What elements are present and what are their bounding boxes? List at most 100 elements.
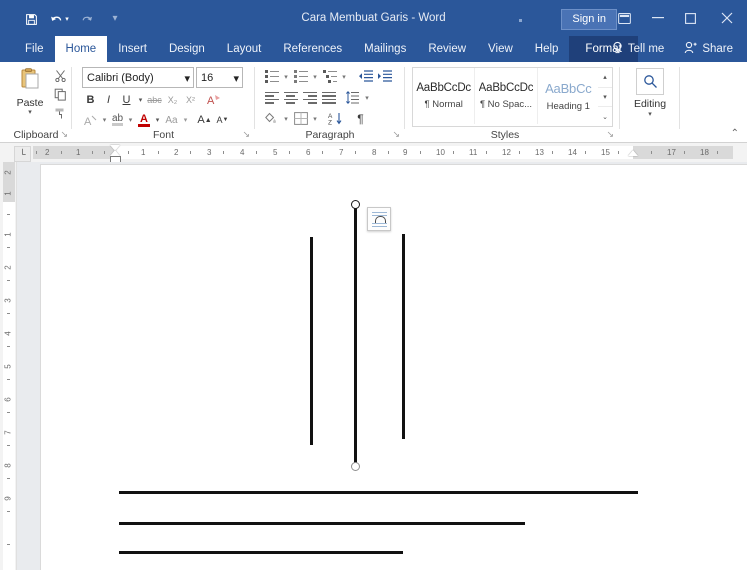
layout-options-button[interactable]	[367, 207, 391, 231]
styles-scroll-up-icon[interactable]: ▴	[598, 68, 612, 88]
superscript-button[interactable]: X²	[182, 91, 199, 109]
style-item-heading-1[interactable]: AaBbCс Heading 1	[538, 68, 599, 124]
chevron-down-icon[interactable]: ▾	[180, 72, 190, 85]
share-button[interactable]: Share	[676, 36, 741, 62]
group-clipboard: Paste ▾ Clipboard ↘	[0, 62, 72, 142]
tab-references[interactable]: References	[272, 36, 353, 62]
text-effects-icon[interactable]: A	[206, 91, 223, 109]
horizontal-line-2[interactable]	[119, 522, 525, 525]
dropdown-caret[interactable]: ▾	[181, 111, 190, 129]
collapse-ribbon-icon[interactable]: ⌃	[731, 128, 739, 139]
sort-button[interactable]: AZ	[327, 110, 344, 127]
horizontal-line-3[interactable]	[119, 551, 403, 554]
paste-dropdown-caret[interactable]: ▾	[10, 109, 50, 116]
underline-dropdown-caret[interactable]: ▾	[136, 91, 145, 109]
right-indent-marker[interactable]	[628, 150, 638, 156]
dropdown-caret[interactable]: ▾	[153, 111, 162, 129]
shape-resize-handle-bottom[interactable]	[351, 462, 360, 471]
shrink-font-button[interactable]: A ▼	[214, 111, 231, 129]
styles-scroll-down-icon[interactable]: ▾	[598, 88, 612, 108]
subscript-button[interactable]: X₂	[164, 91, 181, 109]
tab-help[interactable]: Help	[524, 36, 570, 62]
tab-home[interactable]: Home	[54, 36, 108, 62]
tab-review[interactable]: Review	[417, 36, 477, 62]
vertical-line-right[interactable]	[402, 234, 405, 439]
close-icon[interactable]	[707, 0, 747, 36]
paste-button[interactable]: Paste ▾	[10, 67, 50, 116]
font-color-icon[interactable]: A	[136, 111, 152, 129]
tab-file[interactable]: File	[14, 36, 55, 62]
styles-more-icon[interactable]: ⌄	[598, 107, 612, 126]
format-painter-icon[interactable]	[52, 106, 68, 121]
align-center-button[interactable]	[282, 89, 299, 106]
italic-button[interactable]: I	[100, 91, 117, 109]
tab-insert[interactable]: Insert	[107, 36, 158, 62]
tab-layout[interactable]: Layout	[216, 36, 273, 62]
dropdown-caret[interactable]: ▾	[311, 110, 319, 127]
dropdown-caret[interactable]: ▾	[340, 68, 348, 85]
grow-font-button[interactable]: A ▲	[196, 111, 213, 129]
text-highlight-color-icon[interactable]: ab	[110, 111, 125, 129]
align-right-button[interactable]	[301, 89, 318, 106]
shape-rotation-handle-top[interactable]	[351, 200, 360, 209]
tell-me-button[interactable]: Tell me	[604, 36, 672, 62]
tab-view[interactable]: View	[477, 36, 524, 62]
group-styles-label: Styles	[490, 129, 520, 141]
clear-all-formatting-icon[interactable]: A	[82, 111, 99, 129]
document-canvas[interactable]	[17, 162, 747, 570]
copy-icon[interactable]	[52, 87, 68, 102]
dropdown-caret[interactable]: ▾	[311, 68, 319, 85]
line-and-paragraph-spacing-button[interactable]	[344, 89, 361, 106]
decrease-indent-button[interactable]	[357, 68, 374, 85]
tab-design[interactable]: Design	[158, 36, 216, 62]
style-preview: AaBbCс	[545, 80, 592, 96]
clipboard-dialog-launcher[interactable]: ↘	[60, 129, 68, 140]
vertical-line-selected[interactable]	[354, 204, 357, 466]
dropdown-caret[interactable]: ▾	[126, 111, 135, 129]
dropdown-caret[interactable]: ▾	[282, 110, 290, 127]
underline-button[interactable]: U	[118, 91, 135, 109]
vertical-ruler[interactable]: 2 1 1 2 3 4 5 6 7 8 9	[0, 162, 17, 570]
search-icon	[636, 68, 664, 95]
tell-me-label: Tell me	[627, 43, 665, 55]
document-page[interactable]	[40, 164, 747, 570]
bullets-button[interactable]	[263, 68, 280, 85]
group-font: Calibri (Body) ▾ 16 ▾ B I U ▾ abc X₂ X² …	[72, 62, 255, 142]
minimize-icon[interactable]	[641, 0, 674, 36]
styles-dialog-launcher[interactable]: ↘	[606, 129, 614, 140]
show-formatting-marks-button[interactable]: ¶	[352, 110, 369, 127]
increase-indent-button[interactable]	[376, 68, 393, 85]
maximize-icon[interactable]	[674, 0, 707, 36]
vertical-line-left[interactable]	[310, 237, 313, 445]
multilevel-list-button[interactable]	[321, 68, 338, 85]
horizontal-line-1[interactable]	[119, 491, 638, 494]
tab-stop-selector-icon[interactable]: └	[14, 146, 31, 162]
svg-text:Z: Z	[328, 120, 332, 126]
font-name-value: Calibri (Body)	[87, 71, 154, 84]
shading-button[interactable]	[263, 110, 280, 127]
editing-button[interactable]: Editing ▾	[630, 68, 670, 118]
paragraph-dialog-launcher[interactable]: ↘	[392, 129, 400, 140]
font-size-combobox[interactable]: 16 ▾	[196, 67, 243, 88]
share-person-icon	[684, 41, 697, 57]
tab-mailings[interactable]: Mailings	[353, 36, 417, 62]
font-name-combobox[interactable]: Calibri (Body) ▾	[82, 67, 194, 88]
dropdown-caret[interactable]: ▾	[100, 111, 109, 129]
ribbon-display-options-icon[interactable]	[608, 0, 641, 36]
editing-dropdown-caret[interactable]: ▾	[630, 110, 670, 118]
horizontal-ruler[interactable]: └ 2 1 1 2 3 4 5 6 7 8 9 10 11 12 13 14 1…	[0, 143, 747, 163]
dropdown-caret[interactable]: ▾	[363, 89, 371, 106]
style-item-normal[interactable]: AaBbCcDc ¶ Normal	[413, 68, 476, 124]
cut-icon[interactable]	[52, 68, 68, 83]
borders-button[interactable]	[292, 110, 309, 127]
dropdown-caret[interactable]: ▾	[282, 68, 290, 85]
font-dialog-launcher[interactable]: ↘	[242, 129, 250, 140]
chevron-down-icon[interactable]: ▾	[229, 72, 239, 85]
align-left-button[interactable]	[263, 89, 280, 106]
style-item-no-spacing[interactable]: AaBbCcDc ¶ No Spac...	[475, 68, 538, 124]
change-case-button[interactable]: Aa	[163, 111, 180, 129]
justify-button[interactable]	[320, 89, 337, 106]
numbering-button[interactable]	[292, 68, 309, 85]
strikethrough-button[interactable]: abc	[146, 91, 163, 109]
bold-button[interactable]: B	[82, 91, 99, 109]
